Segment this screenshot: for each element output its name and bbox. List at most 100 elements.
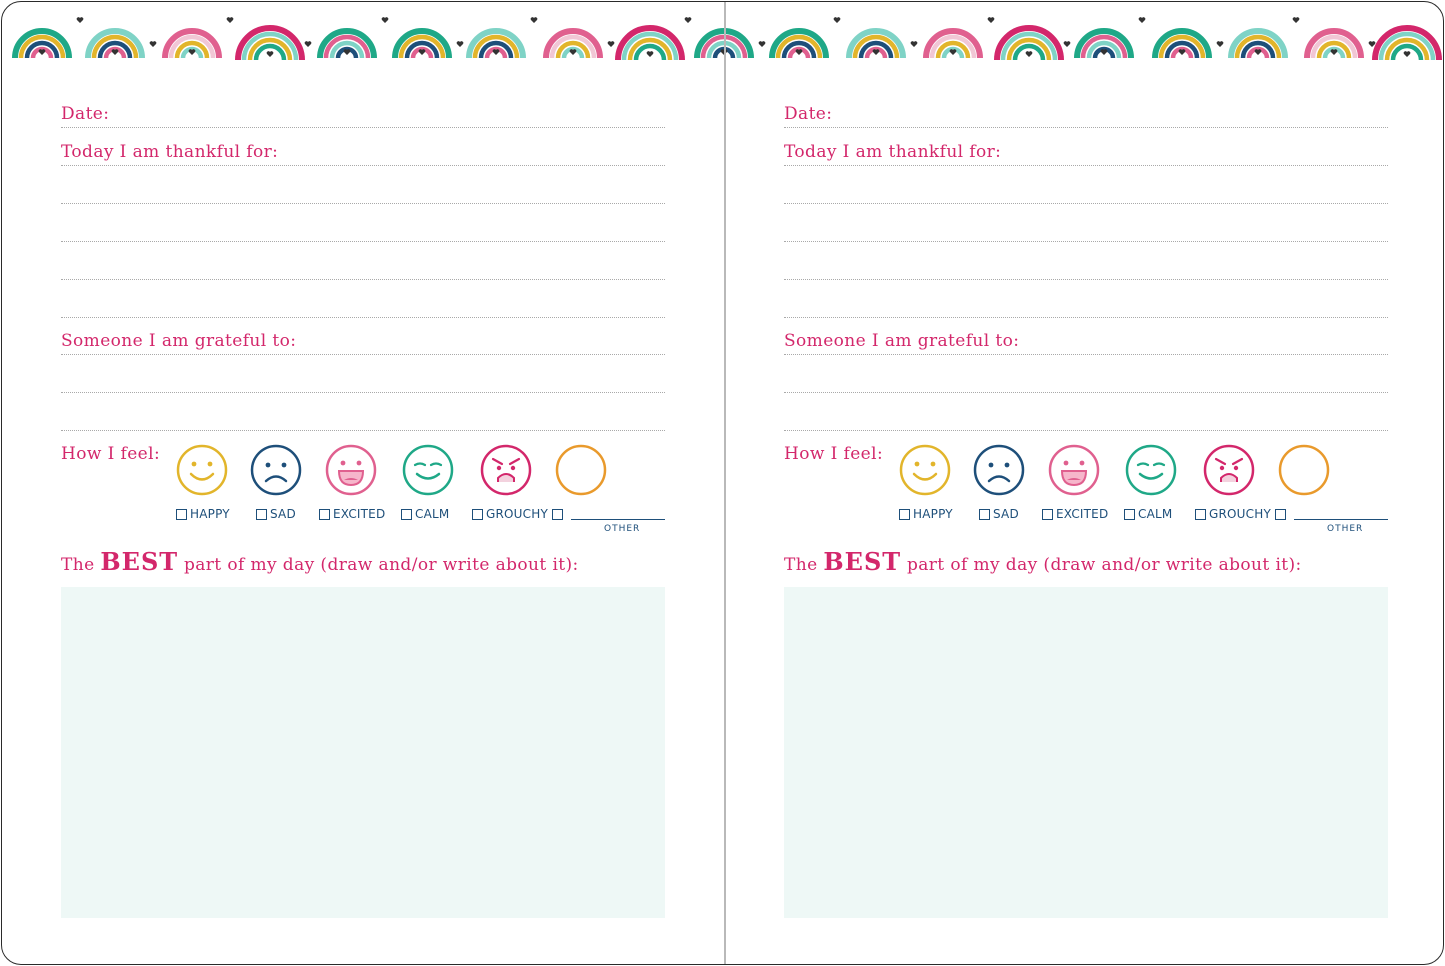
date-label: Date: [61, 104, 110, 124]
checkbox-icon[interactable] [319, 508, 330, 520]
calm-face-icon [1125, 444, 1177, 496]
thankful-label: Today I am thankful for: [61, 142, 279, 162]
thankful-line-2[interactable] [61, 174, 665, 204]
feel-label: How I feel: [784, 444, 884, 464]
date-label: Date: [784, 104, 833, 124]
best-emphasis: BEST [100, 547, 179, 576]
left-page: Date: Today I am thankful for: Someone I… [2, 2, 724, 964]
best-emphasis: BEST [823, 547, 902, 576]
grateful-field[interactable]: Someone I am grateful to: [61, 325, 665, 355]
draw-area[interactable] [784, 587, 1388, 918]
excited-checkbox[interactable]: EXCITED [1042, 506, 1108, 522]
grouchy-label: GROUCHY [486, 507, 548, 521]
write-line [784, 165, 1388, 166]
grateful-line-3[interactable] [784, 401, 1388, 431]
checkbox-icon[interactable] [1195, 508, 1206, 520]
thankful-line-4[interactable] [784, 250, 1388, 280]
draw-area[interactable] [61, 587, 665, 918]
happy-label: HAPPY [913, 507, 953, 521]
grouchy-label: GROUCHY [1209, 507, 1271, 521]
checkbox-icon[interactable] [401, 508, 412, 520]
calm-checkbox[interactable]: CALM [1124, 506, 1172, 522]
happy-checkbox[interactable]: HAPPY [176, 506, 230, 522]
sad-face-icon [973, 444, 1025, 496]
other-label: OTHER [1327, 524, 1364, 534]
other-write-line[interactable] [1294, 519, 1388, 520]
grateful-line-2[interactable] [61, 363, 665, 393]
sad-face-icon [250, 444, 302, 496]
grateful-label: Someone I am grateful to: [61, 331, 297, 351]
write-line [61, 430, 665, 431]
write-line [784, 392, 1388, 393]
excited-label: EXCITED [1056, 507, 1109, 521]
checkbox-icon[interactable] [979, 508, 990, 520]
other-label: OTHER [604, 524, 641, 534]
other-write-line[interactable] [571, 519, 665, 520]
calm-face-icon [402, 444, 454, 496]
best-prefix: The [61, 555, 101, 575]
thankful-label: Today I am thankful for: [784, 142, 1002, 162]
write-line [61, 203, 665, 204]
write-line [784, 203, 1388, 204]
checkbox-icon[interactable] [1042, 508, 1053, 520]
write-line [784, 127, 1388, 128]
happy-face-icon [899, 444, 951, 496]
happy-label: HAPPY [190, 507, 230, 521]
write-line [784, 430, 1388, 431]
checkbox-icon[interactable] [176, 508, 187, 520]
write-line [61, 127, 665, 128]
journal-spread: Date: Today I am thankful for: Someone I… [1, 1, 1444, 965]
thankful-line-5[interactable] [784, 288, 1388, 318]
thankful-line-3[interactable] [784, 212, 1388, 242]
grateful-field[interactable]: Someone I am grateful to: [784, 325, 1388, 355]
excited-label: EXCITED [333, 507, 386, 521]
feelings-section: How I feel: HAPPY SAD EXCITED CALM GROUC… [784, 440, 1388, 540]
calm-checkbox[interactable]: CALM [401, 506, 449, 522]
other-checkbox[interactable] [552, 506, 566, 522]
grouchy-checkbox[interactable]: GROUCHY [1195, 506, 1271, 522]
write-line [61, 241, 665, 242]
checkbox-icon[interactable] [1124, 508, 1135, 520]
grouchy-face-icon [480, 444, 532, 496]
calm-label: CALM [415, 507, 450, 521]
thankful-field[interactable]: Today I am thankful for: [61, 136, 665, 166]
best-suffix: part of my day (draw and/or write about … [901, 555, 1302, 575]
write-line [61, 317, 665, 318]
thankful-line-3[interactable] [61, 212, 665, 242]
sad-checkbox[interactable]: SAD [256, 506, 296, 522]
excited-checkbox[interactable]: EXCITED [319, 506, 385, 522]
blank-face-icon [1278, 444, 1330, 496]
checkbox-icon[interactable] [472, 508, 483, 520]
date-field[interactable]: Date: [61, 98, 665, 128]
write-line [61, 165, 665, 166]
checkbox-icon[interactable] [1275, 508, 1286, 520]
best-heading: The BEST part of my day (draw and/or wri… [61, 547, 579, 576]
checkbox-icon[interactable] [552, 508, 563, 520]
checkbox-icon[interactable] [899, 508, 910, 520]
write-line [61, 392, 665, 393]
sad-checkbox[interactable]: SAD [979, 506, 1019, 522]
right-page: Date: Today I am thankful for: Someone I… [725, 2, 1443, 964]
thankful-field[interactable]: Today I am thankful for: [784, 136, 1388, 166]
other-checkbox[interactable] [1275, 506, 1289, 522]
write-line [784, 354, 1388, 355]
excited-face-icon [325, 444, 377, 496]
happy-face-icon [176, 444, 228, 496]
thankful-line-2[interactable] [784, 174, 1388, 204]
thankful-line-5[interactable] [61, 288, 665, 318]
excited-face-icon [1048, 444, 1100, 496]
date-field[interactable]: Date: [784, 98, 1388, 128]
checkbox-icon[interactable] [256, 508, 267, 520]
best-heading: The BEST part of my day (draw and/or wri… [784, 547, 1302, 576]
write-line [61, 354, 665, 355]
grouchy-checkbox[interactable]: GROUCHY [472, 506, 548, 522]
feel-label: How I feel: [61, 444, 161, 464]
thankful-line-4[interactable] [61, 250, 665, 280]
grateful-line-3[interactable] [61, 401, 665, 431]
happy-checkbox[interactable]: HAPPY [899, 506, 953, 522]
feelings-section: How I feel: HAPPY SAD EXCITED CALM GROUC… [61, 440, 665, 540]
write-line [784, 241, 1388, 242]
grateful-line-2[interactable] [784, 363, 1388, 393]
write-line [784, 317, 1388, 318]
write-line [784, 279, 1388, 280]
